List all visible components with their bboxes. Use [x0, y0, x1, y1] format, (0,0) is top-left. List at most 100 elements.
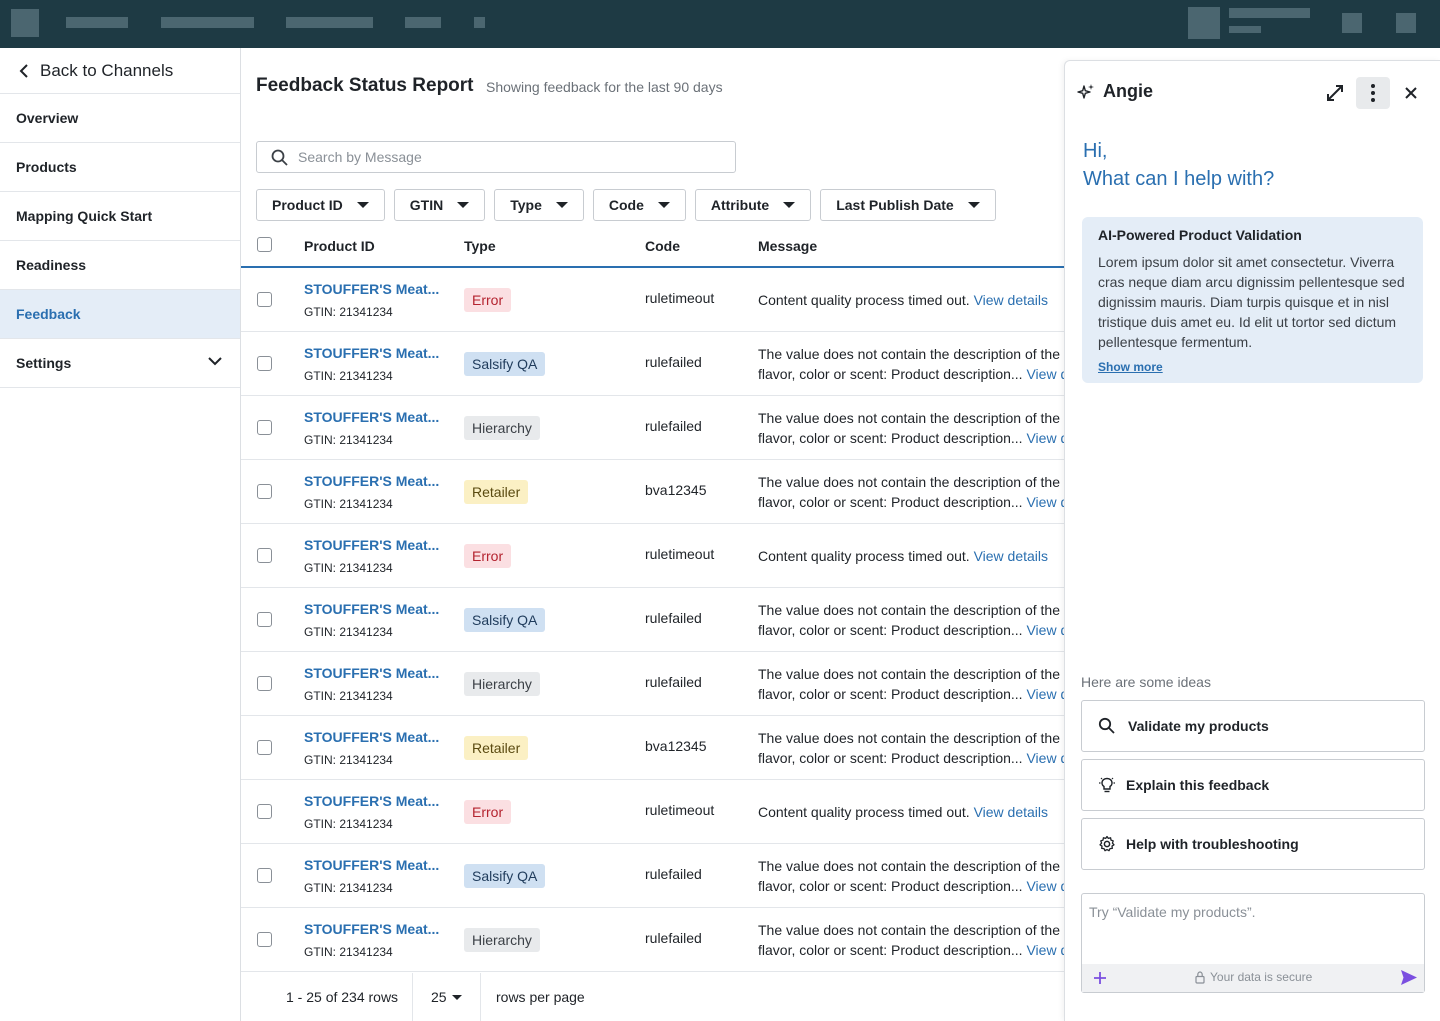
filter-label: Last Publish Date	[836, 197, 954, 213]
sidebar-item-products[interactable]: Products	[0, 143, 240, 192]
idea-validate-my-products[interactable]: Validate my products	[1081, 700, 1425, 752]
product-name-link[interactable]: STOUFFER'S Meat...	[304, 409, 439, 425]
row-checkbox[interactable]	[257, 420, 272, 435]
filter-product-id[interactable]: Product ID	[256, 189, 385, 221]
type-badge: Error	[464, 800, 512, 824]
nav-placeholder-4[interactable]	[405, 17, 441, 28]
feedback-code: ruletimeout	[645, 290, 715, 306]
product-gtin: GTIN: 21341234	[304, 369, 393, 383]
avatar-placeholder[interactable]	[1188, 7, 1220, 39]
view-details-link[interactable]: View d	[1026, 622, 1064, 638]
sidebar-item-overview[interactable]: Overview	[0, 94, 240, 143]
column-header-product-id[interactable]: Product ID	[304, 238, 375, 254]
product-name-link[interactable]: STOUFFER'S Meat...	[304, 729, 439, 745]
idea-explain-this-feedback[interactable]: Explain this feedback	[1081, 759, 1425, 811]
sidebar-item-readiness[interactable]: Readiness	[0, 241, 240, 290]
view-details-link[interactable]: View details	[974, 804, 1048, 820]
sidebar-item-feedback[interactable]: Feedback	[0, 290, 240, 339]
row-checkbox[interactable]	[257, 868, 272, 883]
nav-placeholder-2[interactable]	[161, 17, 254, 28]
sidebar-item-label: Settings	[16, 355, 72, 371]
filter-code[interactable]: Code	[592, 189, 686, 221]
nav-placeholder-5[interactable]	[474, 17, 485, 28]
view-details-link[interactable]: View d	[1026, 366, 1064, 382]
table-row: STOUFFER'S Meat... GTIN: 21341234 Error rul…	[241, 780, 1064, 844]
select-all-checkbox[interactable]	[257, 237, 272, 252]
product-name-link[interactable]: STOUFFER'S Meat...	[304, 921, 439, 937]
product-name-link[interactable]: STOUFFER'S Meat...	[304, 857, 439, 873]
sidebar-item-label: Readiness	[16, 257, 87, 273]
column-header-message[interactable]: Message	[758, 238, 817, 254]
rows-per-page-select[interactable]: 25	[431, 989, 462, 1005]
search-input[interactable]	[298, 149, 718, 165]
view-details-link[interactable]: View d	[1026, 686, 1064, 702]
table-header: Product ID Type Code Message	[241, 230, 1064, 268]
row-checkbox[interactable]	[257, 676, 272, 691]
view-details-link[interactable]: View d	[1026, 942, 1064, 958]
message-line-2: flavor, color or scent: Product descript…	[758, 748, 1064, 768]
filter-last-publish-date[interactable]: Last Publish Date	[820, 189, 996, 221]
product-name-link[interactable]: STOUFFER'S Meat...	[304, 345, 439, 361]
close-button[interactable]	[1394, 77, 1428, 109]
expand-button[interactable]	[1318, 77, 1352, 109]
row-checkbox[interactable]	[257, 484, 272, 499]
row-checkbox[interactable]	[257, 548, 272, 563]
row-checkbox[interactable]	[257, 612, 272, 627]
feedback-code: rulefailed	[645, 866, 702, 882]
sidebar-item-settings[interactable]: Settings	[0, 339, 240, 388]
more-options-button[interactable]	[1356, 77, 1390, 109]
message-text: Content quality process timed out.	[758, 292, 970, 308]
row-checkbox[interactable]	[257, 932, 272, 947]
product-name-link[interactable]: STOUFFER'S Meat...	[304, 537, 439, 553]
product-name-link[interactable]: STOUFFER'S Meat...	[304, 793, 439, 809]
search-box[interactable]	[256, 141, 736, 173]
view-details-link[interactable]: View details	[974, 548, 1048, 564]
feedback-message: The value does not contain the descripti…	[758, 664, 1064, 704]
row-checkbox[interactable]	[257, 804, 272, 819]
product-name-link[interactable]: STOUFFER'S Meat...	[304, 281, 439, 297]
column-header-type[interactable]: Type	[464, 238, 496, 254]
user-name-placeholder	[1229, 8, 1310, 18]
product-gtin: GTIN: 21341234	[304, 689, 393, 703]
view-details-link[interactable]: View d	[1026, 878, 1064, 894]
nav-placeholder-3[interactable]	[286, 17, 373, 28]
lightbulb-icon	[1099, 777, 1115, 793]
filter-gtin[interactable]: GTIN	[393, 189, 486, 221]
row-checkbox[interactable]	[257, 356, 272, 371]
plus-icon[interactable]	[1090, 968, 1110, 988]
caret-down-icon	[457, 202, 470, 208]
product-name-link[interactable]: STOUFFER'S Meat...	[304, 665, 439, 681]
back-to-channels-link[interactable]: Back to Channels	[0, 48, 240, 94]
search-icon	[1098, 717, 1115, 734]
view-details-link[interactable]: View d	[1026, 750, 1064, 766]
filter-label: Product ID	[272, 197, 343, 213]
secure-text: Your data is secure	[1210, 970, 1313, 984]
show-more-link[interactable]: Show more	[1098, 360, 1163, 374]
chat-input[interactable]	[1089, 904, 1414, 960]
filter-label: Attribute	[710, 197, 770, 213]
column-header-code[interactable]: Code	[645, 238, 680, 254]
nav-placeholder-1[interactable]	[66, 17, 128, 28]
view-details-link[interactable]: View details	[974, 292, 1048, 308]
message-text: flavor, color or scent: Product descript…	[758, 942, 1023, 958]
message-line-1: The value does not contain the descripti…	[758, 858, 1064, 874]
sidebar-item-mapping-quick-start[interactable]: Mapping Quick Start	[0, 192, 240, 241]
row-checkbox[interactable]	[257, 292, 272, 307]
product-name-link[interactable]: STOUFFER'S Meat...	[304, 601, 439, 617]
message-text: flavor, color or scent: Product descript…	[758, 430, 1023, 446]
sidebar: Back to Channels Overview Products Mappi…	[0, 48, 241, 1021]
top-action-placeholder-1[interactable]	[1342, 13, 1362, 33]
send-icon[interactable]	[1400, 969, 1418, 986]
view-details-link[interactable]: View d	[1026, 430, 1064, 446]
row-checkbox[interactable]	[257, 740, 272, 755]
view-details-link[interactable]: View d	[1026, 494, 1064, 510]
filter-type[interactable]: Type	[494, 189, 584, 221]
main-content: Feedback Status Report Showing feedback …	[241, 48, 1064, 1021]
sparkle-icon	[1077, 83, 1094, 99]
idea-help-with-troubleshooting[interactable]: Help with troubleshooting	[1081, 818, 1425, 870]
product-name-link[interactable]: STOUFFER'S Meat...	[304, 473, 439, 489]
top-action-placeholder-2[interactable]	[1396, 13, 1416, 33]
feedback-message: The value does not contain the descripti…	[758, 344, 1064, 384]
filter-attribute[interactable]: Attribute	[694, 189, 812, 221]
caret-down-icon	[967, 202, 980, 208]
